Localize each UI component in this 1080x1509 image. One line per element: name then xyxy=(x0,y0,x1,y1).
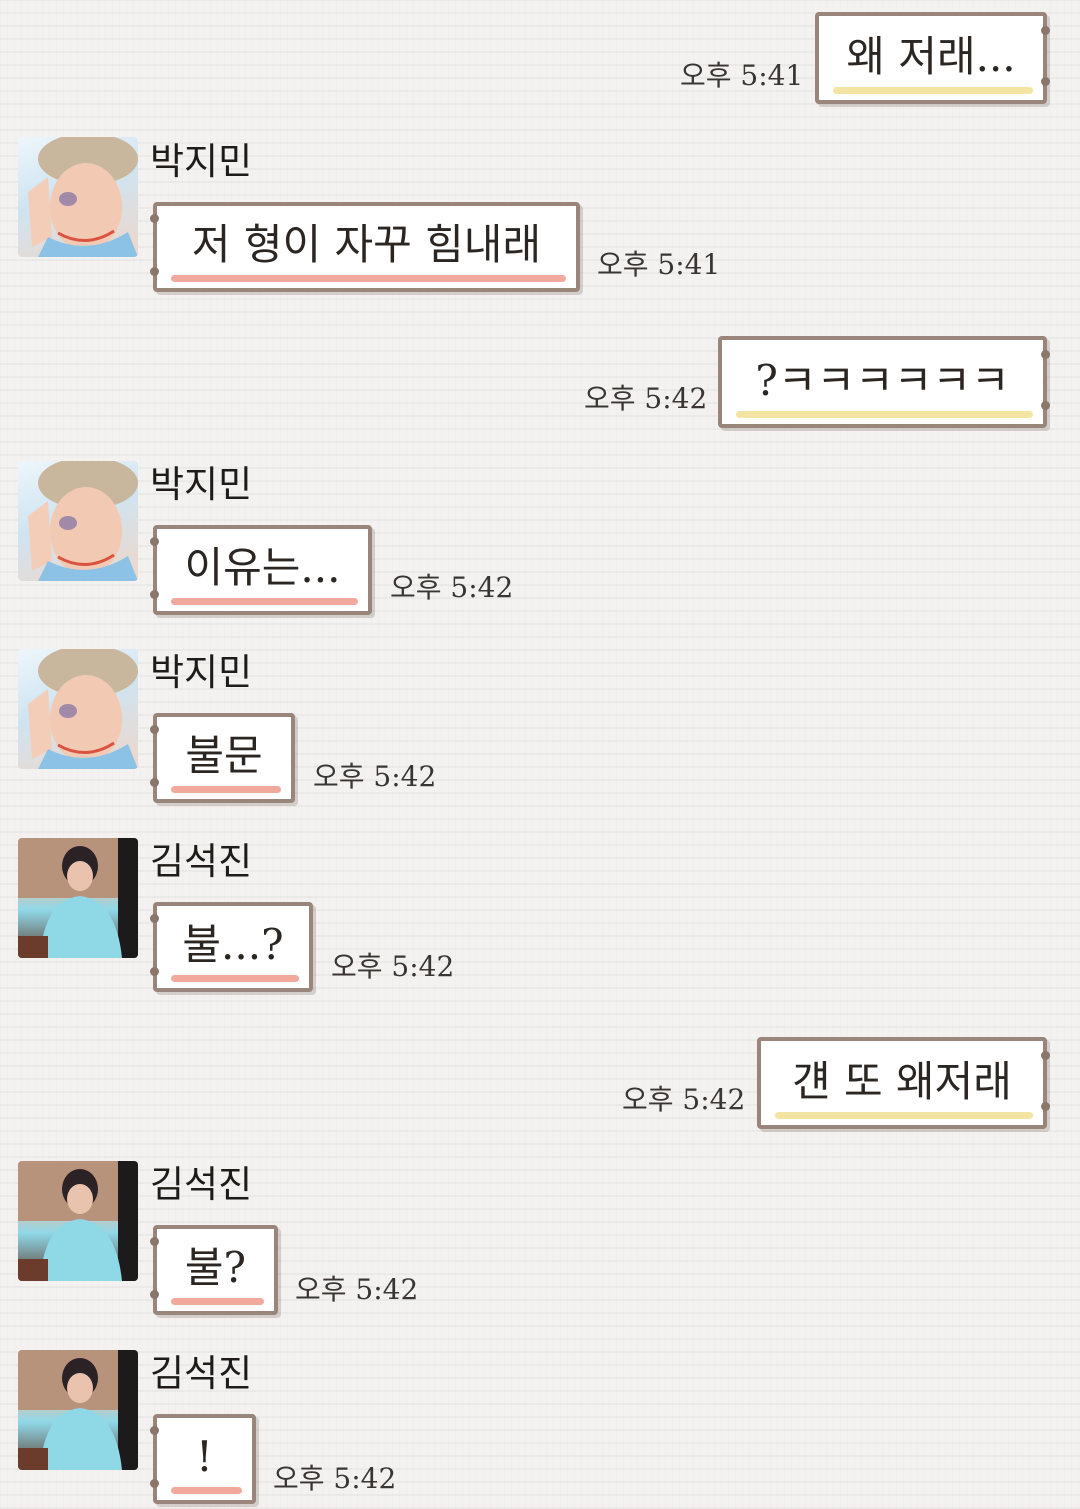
bubble-pin-dot xyxy=(1041,350,1050,359)
bubble-pin-dot xyxy=(1041,1051,1050,1060)
message-bubble[interactable]: 불...? xyxy=(150,902,313,992)
profile-photo-icon xyxy=(18,1350,138,1470)
message-text: ! xyxy=(196,1432,213,1481)
message-time: 오후 5:42 xyxy=(331,950,455,983)
message-text: 불? xyxy=(184,1243,247,1292)
profile-photo-icon xyxy=(28,461,138,581)
bubble-pin-dot xyxy=(150,1426,159,1435)
bubble-pin-dot xyxy=(1041,26,1050,35)
message-bubble[interactable]: ?ㅋㅋㅋㅋㅋㅋ xyxy=(718,336,1050,428)
message-text: 불...? xyxy=(182,920,284,969)
message-bubble[interactable]: 불? xyxy=(150,1225,278,1315)
message-time: 오후 5:42 xyxy=(295,1273,419,1306)
sender-name: 김석진 xyxy=(150,1352,253,1395)
message-bubble[interactable]: 왜 저래... xyxy=(815,12,1050,104)
message-time: 오후 5:41 xyxy=(597,248,721,281)
sender-name: 김석진 xyxy=(150,840,253,883)
bubble-pin-dot xyxy=(150,267,159,276)
message-time: 오후 5:42 xyxy=(584,382,708,415)
message-text: 저 형이 자꾸 힘내래 xyxy=(191,220,542,269)
profile-photo-icon xyxy=(18,1161,138,1281)
bubble-underline xyxy=(171,275,566,282)
message-bubble[interactable]: 걘 또 왜저래 xyxy=(757,1037,1050,1129)
bubble-underline xyxy=(736,411,1033,418)
bubble-pin-dot xyxy=(1041,1102,1050,1111)
profile-photo-icon xyxy=(28,649,138,769)
sender-name: 박지민 xyxy=(150,463,253,506)
jin-avatar[interactable] xyxy=(18,1161,138,1281)
message-text: 불문 xyxy=(185,731,263,780)
bubble-underline xyxy=(171,786,281,793)
message-bubble[interactable]: 저 형이 자꾸 힘내래 xyxy=(150,202,580,292)
bubble-underline xyxy=(171,598,358,605)
sender-name: 박지민 xyxy=(150,140,253,183)
bubble-underline xyxy=(171,975,299,982)
message-bubble[interactable]: ! xyxy=(150,1414,256,1504)
message-bubble[interactable]: 불문 xyxy=(150,713,295,803)
message-time: 오후 5:42 xyxy=(273,1462,397,1495)
message-text: 이유는... xyxy=(184,543,341,592)
bubble-pin-dot xyxy=(150,914,159,923)
bubble-pin-dot xyxy=(150,1290,159,1299)
bubble-pin-dot xyxy=(150,1237,159,1246)
jimin-avatar[interactable] xyxy=(18,137,138,257)
jin-avatar[interactable] xyxy=(18,838,138,958)
message-text: 왜 저래... xyxy=(846,32,1016,81)
jimin-avatar[interactable] xyxy=(18,461,138,581)
jimin-avatar[interactable] xyxy=(18,649,138,769)
bubble-pin-dot xyxy=(150,590,159,599)
sender-name: 김석진 xyxy=(150,1163,253,1206)
message-time: 오후 5:42 xyxy=(313,760,437,793)
bubble-pin-dot xyxy=(150,214,159,223)
bubble-pin-dot xyxy=(1041,401,1050,410)
bubble-pin-dot xyxy=(150,1479,159,1488)
bubble-pin-dot xyxy=(150,725,159,734)
bubble-underline xyxy=(171,1487,242,1494)
bubble-pin-dot xyxy=(1041,77,1050,86)
bubble-underline xyxy=(171,1298,264,1305)
message-bubble[interactable]: 이유는... xyxy=(150,525,372,615)
bubble-underline xyxy=(775,1112,1033,1119)
message-time: 오후 5:42 xyxy=(390,571,514,604)
message-text: 걘 또 왜저래 xyxy=(792,1057,1012,1106)
bubble-pin-dot xyxy=(150,778,159,787)
jin-avatar[interactable] xyxy=(18,1350,138,1470)
message-time: 오후 5:41 xyxy=(680,59,804,92)
bubble-underline xyxy=(833,87,1033,94)
profile-photo-icon xyxy=(28,137,138,257)
chat-area[interactable]: 오후 5:41 왜 저래... 박지민 저 형이 자꾸 힘내래 오후 5:41 … xyxy=(0,0,1080,1509)
sender-name: 박지민 xyxy=(150,651,253,694)
bubble-pin-dot xyxy=(150,967,159,976)
profile-photo-icon xyxy=(18,838,138,958)
message-text: ?ㅋㅋㅋㅋㅋㅋ xyxy=(755,356,1010,405)
message-time: 오후 5:42 xyxy=(622,1083,746,1116)
bubble-pin-dot xyxy=(150,537,159,546)
